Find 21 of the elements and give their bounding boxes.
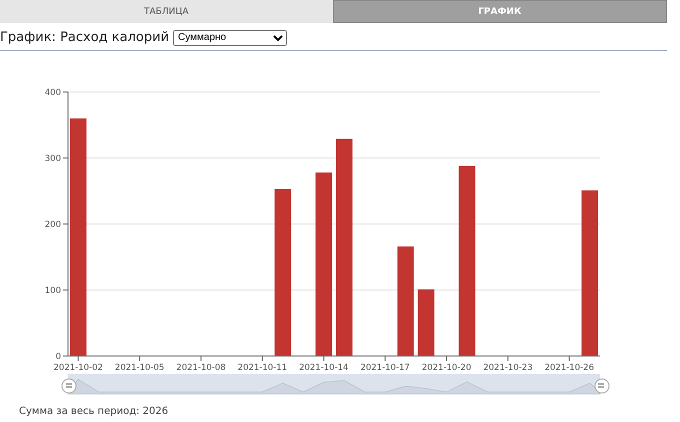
tab[interactable]: ТАБЛИЦА [0, 0, 332, 23]
x-tick-label: 2021-10-14 [299, 363, 348, 373]
chart-title: График: Расход калорий [0, 30, 170, 45]
y-tick-label: 300 [44, 154, 61, 164]
x-tick-label: 2021-10-20 [422, 363, 472, 373]
y-tick-label: 0 [56, 352, 61, 362]
bar [418, 289, 434, 356]
range-handle[interactable] [594, 378, 610, 394]
x-tick-label: 2021-10-26 [544, 363, 594, 373]
range-handle[interactable] [62, 378, 76, 394]
y-tick-label: 200 [44, 220, 61, 230]
x-tick-label: 2021-10-08 [176, 363, 226, 373]
x-tick-label: 2021-10-05 [114, 363, 164, 373]
x-tick-label: 2021-10-02 [54, 363, 103, 373]
x-tick-label: 2021-10-11 [238, 363, 288, 373]
x-tick-label: 2021-10-17 [360, 363, 410, 373]
y-tick-label: 100 [44, 286, 61, 296]
mode-select[interactable]: Суммарно [173, 30, 288, 46]
total-text: Сумма за весь период: 2026 [19, 406, 168, 417]
y-tick-label: 400 [44, 88, 61, 98]
x-tick-label: 2021-10-23 [483, 363, 533, 373]
